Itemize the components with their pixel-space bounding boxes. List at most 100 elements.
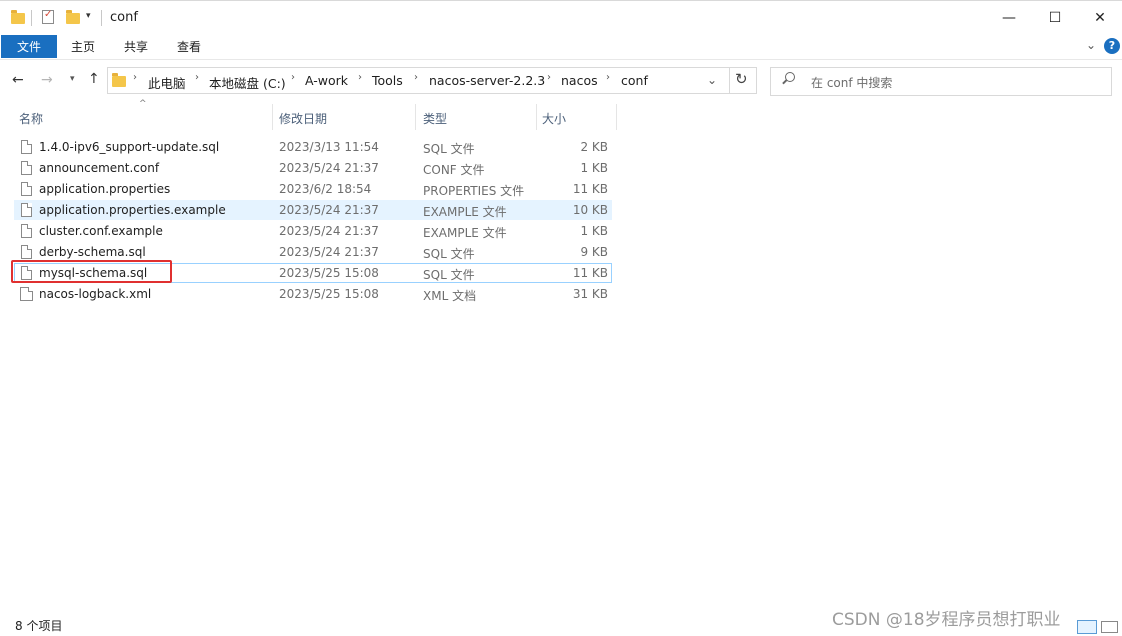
file-size: 1 KB [580, 224, 608, 238]
file-size: 10 KB [572, 203, 608, 217]
column-divider[interactable] [536, 104, 537, 130]
list-item[interactable]: derby-schema.sql 2023/5/24 21:37 SQL 文件 … [14, 242, 612, 262]
tab-home[interactable]: 主页 [71, 35, 95, 58]
folder-icon [112, 73, 126, 87]
file-date: 2023/5/24 21:37 [279, 224, 379, 238]
ribbon-divider [0, 59, 1122, 60]
column-divider[interactable] [272, 104, 273, 130]
window-title: conf [110, 10, 138, 25]
file-icon [21, 203, 32, 217]
xml-file-icon [20, 287, 33, 301]
breadcrumb-nacos-server[interactable]: nacos-server-2.2.3 [429, 73, 545, 88]
close-icon: ✕ [1094, 10, 1106, 26]
column-divider[interactable] [616, 104, 617, 130]
file-size: 1 KB [580, 161, 608, 175]
tab-view[interactable]: 查看 [177, 35, 201, 58]
large-icons-view-icon[interactable] [1101, 621, 1118, 633]
file-name: announcement.conf [39, 161, 160, 175]
file-type: EXAMPLE 文件 [423, 226, 507, 240]
list-item[interactable]: application.properties 2023/6/2 18:54 PR… [14, 179, 612, 199]
list-item[interactable]: nacos-logback.xml 2023/5/25 15:08 XML 文档… [14, 284, 612, 304]
column-header-date[interactable]: 修改日期 [279, 110, 327, 127]
file-date: 2023/5/24 21:37 [279, 203, 379, 217]
breadcrumb-local-disk[interactable]: 本地磁盘 (C:) [209, 73, 286, 92]
file-size: 11 KB [572, 266, 608, 280]
title-bar [0, 0, 1122, 34]
close-button[interactable]: ✕ [1077, 2, 1122, 34]
properties-icon[interactable]: ✓ [42, 9, 54, 24]
file-type: CONF 文件 [423, 163, 485, 177]
chevron-right-icon[interactable]: › [547, 72, 551, 83]
tab-share[interactable]: 共享 [124, 35, 148, 58]
file-type: PROPERTIES 文件 [423, 184, 525, 198]
file-name: 1.4.0-ipv6_support-update.sql [39, 140, 220, 154]
chevron-right-icon[interactable]: › [606, 72, 610, 83]
breadcrumb-tools[interactable]: Tools [372, 73, 403, 88]
sort-ascending-icon: ^ [139, 99, 147, 109]
file-date: 2023/5/25 15:08 [279, 266, 379, 280]
maximize-button[interactable]: ☐ [1032, 2, 1078, 34]
file-type: SQL 文件 [423, 247, 475, 261]
list-item-hovered[interactable]: application.properties.example 2023/5/24… [14, 200, 612, 220]
help-icon[interactable]: ? [1104, 38, 1120, 54]
forward-button[interactable]: → [41, 72, 53, 88]
maximize-icon: ☐ [1048, 10, 1062, 26]
chevron-right-icon[interactable]: › [291, 72, 295, 83]
search-placeholder[interactable]: 在 conf 中搜索 [811, 74, 892, 91]
chevron-right-icon[interactable]: › [358, 72, 362, 83]
list-item[interactable]: announcement.conf 2023/5/24 21:37 CONF 文… [14, 158, 612, 178]
column-divider[interactable] [415, 104, 416, 130]
folder-icon [11, 10, 25, 24]
breadcrumb-nacos[interactable]: nacos [561, 73, 598, 88]
list-item[interactable]: 1.4.0-ipv6_support-update.sql 2023/3/13 … [14, 137, 612, 157]
file-name: application.properties [39, 182, 171, 196]
file-name: derby-schema.sql [39, 245, 146, 259]
highlight-box [11, 260, 172, 283]
divider [101, 10, 102, 26]
minimize-icon: — [1002, 10, 1016, 26]
file-type: SQL 文件 [423, 142, 475, 156]
column-header-size[interactable]: 大小 [542, 110, 566, 127]
recent-locations-icon[interactable]: ▾ [70, 74, 75, 84]
column-header-name[interactable]: 名称 [19, 110, 43, 127]
ribbon-expand-icon[interactable]: ⌄ [1086, 38, 1096, 52]
file-icon [21, 182, 32, 196]
minimize-button[interactable]: — [986, 2, 1032, 34]
file-type: SQL 文件 [423, 268, 475, 282]
list-item[interactable]: cluster.conf.example 2023/5/24 21:37 EXA… [14, 221, 612, 241]
breadcrumb-a-work[interactable]: A-work [305, 73, 348, 88]
file-date: 2023/5/24 21:37 [279, 161, 379, 175]
chevron-right-icon[interactable]: › [414, 72, 418, 83]
file-type: EXAMPLE 文件 [423, 205, 507, 219]
watermark: CSDN @18岁程序员想打职业 [832, 610, 1061, 630]
column-header-type[interactable]: 类型 [423, 110, 447, 127]
file-type: XML 文档 [423, 289, 477, 303]
back-button[interactable]: ← [12, 72, 24, 88]
file-name: application.properties.example [39, 203, 226, 217]
file-date: 2023/3/13 11:54 [279, 140, 379, 154]
file-size: 31 KB [572, 287, 608, 301]
file-date: 2023/6/2 18:54 [279, 182, 372, 196]
new-folder-icon[interactable] [66, 10, 80, 24]
address-dropdown-icon[interactable]: ⌄ [707, 73, 717, 87]
breadcrumb-conf[interactable]: conf [621, 73, 648, 88]
file-name: cluster.conf.example [39, 224, 163, 238]
file-icon [21, 161, 32, 175]
chevron-right-icon[interactable]: › [133, 72, 137, 83]
file-date: 2023/5/24 21:37 [279, 245, 379, 259]
file-size: 11 KB [572, 182, 608, 196]
breadcrumb-this-pc[interactable]: 此电脑 [148, 73, 186, 92]
file-size: 9 KB [580, 245, 608, 259]
chevron-right-icon[interactable]: › [195, 72, 199, 83]
divider [729, 67, 730, 94]
divider [31, 10, 32, 26]
tab-file[interactable]: 文件 [1, 35, 57, 58]
file-icon [21, 245, 32, 259]
details-view-icon[interactable] [1077, 620, 1097, 634]
file-icon [21, 224, 32, 238]
refresh-icon[interactable]: ↻ [735, 70, 748, 88]
file-size: 2 KB [580, 140, 608, 154]
file-name: nacos-logback.xml [39, 287, 152, 301]
customize-toolbar-icon[interactable]: ▾ [86, 11, 91, 21]
up-button[interactable]: ↑ [88, 71, 100, 87]
